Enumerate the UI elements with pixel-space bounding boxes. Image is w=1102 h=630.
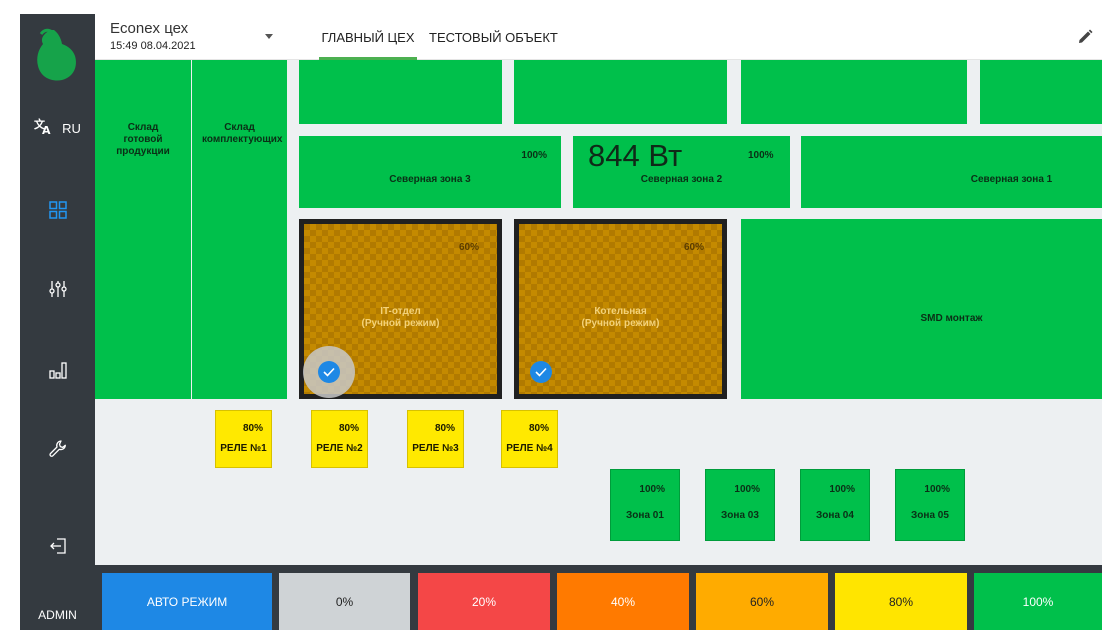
- translate-icon: 文A: [34, 117, 56, 140]
- zone-03[interactable]: 100% Зона 03: [705, 469, 775, 541]
- relay-percent: 80%: [528, 423, 549, 434]
- zone-label: Северная зона 2: [640, 174, 723, 185]
- zone-percent: 100%: [924, 484, 950, 495]
- relay-label: РЕЛЕ №2: [316, 443, 363, 454]
- zone-percent: 100%: [829, 484, 855, 495]
- nav-statistics[interactable]: [20, 350, 95, 390]
- relay-percent: 80%: [434, 423, 455, 434]
- bar-chart-icon: [48, 362, 67, 379]
- zone-storage-ready[interactable]: Склад готовой продукции: [95, 60, 191, 399]
- zone-05[interactable]: 100% Зона 05: [895, 469, 965, 541]
- relay-label: РЕЛЕ №3: [412, 443, 459, 454]
- preset-0[interactable]: 0%: [279, 573, 410, 630]
- relay-percent: 80%: [338, 423, 359, 434]
- zone-north-1[interactable]: Северная зона 1: [801, 136, 1102, 208]
- zone-label: Зона 03: [721, 510, 759, 521]
- zone-label: Зона 05: [911, 510, 949, 521]
- preset-60[interactable]: 60%: [696, 573, 828, 630]
- language-label: RU: [62, 120, 81, 136]
- zone-smd-assembly[interactable]: SMD монтаж: [741, 219, 1102, 399]
- zone-percent: 60%: [458, 242, 479, 253]
- header: Econex цех 15:49 08.04.2021 ГЛАВНЫЙ ЦЕХ …: [95, 14, 1102, 60]
- zone-04[interactable]: 100% Зона 04: [800, 469, 870, 541]
- object-title[interactable]: Econex цех: [110, 20, 188, 37]
- sidebar: 文A RU ADMIN: [20, 14, 95, 630]
- zone-storage-components[interactable]: Склад комплектующих: [192, 60, 287, 399]
- preset-auto-mode[interactable]: АВТО РЕЖИМ: [102, 573, 272, 630]
- preset-40[interactable]: 40%: [557, 573, 689, 630]
- zone-north-2[interactable]: 844 Вт 100% Северная зона 2: [573, 136, 790, 208]
- zone-top-1[interactable]: [299, 60, 502, 124]
- user-name[interactable]: ADMIN: [20, 600, 95, 630]
- zone-label: Зона 01: [626, 510, 664, 521]
- zone-percent: 100%: [639, 484, 665, 495]
- zone-label: IT-отдел: [380, 306, 421, 317]
- zone-mode: (Ручной режим): [581, 318, 660, 329]
- relay-4[interactable]: 80% РЕЛЕ №4: [501, 410, 558, 468]
- zone-label: Склад комплектующих: [202, 122, 283, 145]
- pencil-icon[interactable]: [1076, 28, 1094, 46]
- nav-service[interactable]: [20, 429, 95, 469]
- power-readout: 844 Вт: [588, 138, 683, 173]
- relay-1[interactable]: 80% РЕЛЕ №1: [215, 410, 272, 468]
- sliders-icon: [48, 281, 67, 297]
- preset-80[interactable]: 80%: [835, 573, 967, 630]
- zone-label: Северная зона 1: [970, 174, 1053, 185]
- relay-label: РЕЛЕ №1: [220, 443, 267, 454]
- tab-test-object[interactable]: ТЕСТОВЫЙ ОБЪЕКТ: [429, 14, 558, 60]
- zone-01[interactable]: 100% Зона 01: [610, 469, 680, 541]
- zone-percent: 100%: [748, 150, 774, 161]
- logout-button[interactable]: [20, 526, 95, 566]
- pear-logo-icon[interactable]: [30, 26, 80, 84]
- zone-north-3[interactable]: 100% Северная зона 3: [299, 136, 561, 208]
- dashboard-grid-icon: [48, 201, 67, 219]
- zone-mode: (Ручной режим): [361, 318, 440, 329]
- zone-top-4[interactable]: [980, 60, 1102, 124]
- wrench-icon: [48, 440, 66, 457]
- zone-label: Северная зона 3: [389, 174, 471, 185]
- nav-settings[interactable]: [20, 269, 95, 309]
- zone-top-2[interactable]: [514, 60, 727, 124]
- zone-label: SMD монтаж: [920, 313, 983, 324]
- zone-label: Склад готовой продукции: [116, 122, 170, 157]
- floor-plan: Склад готовой продукции Склад комплектую…: [95, 60, 1102, 565]
- relay-2[interactable]: 80% РЕЛЕ №2: [311, 410, 368, 468]
- zone-percent: 60%: [683, 242, 704, 253]
- zone-label: Котельная: [594, 306, 647, 317]
- relay-percent: 80%: [242, 423, 263, 434]
- zone-percent: 100%: [734, 484, 760, 495]
- preset-bar: АВТО РЕЖИМ 0% 20% 40% 60% 80% 100%: [95, 565, 1102, 630]
- zone-top-3[interactable]: [741, 60, 967, 124]
- svg-text:A: A: [42, 124, 51, 135]
- check-icon[interactable]: [530, 361, 552, 383]
- zone-percent: 100%: [521, 150, 547, 161]
- current-datetime: 15:49 08.04.2021: [110, 40, 196, 52]
- language-switch[interactable]: 文A RU: [20, 108, 95, 148]
- zone-label: Зона 04: [816, 510, 854, 521]
- nav-dashboard[interactable]: [20, 190, 95, 230]
- preset-20[interactable]: 20%: [418, 573, 550, 630]
- logout-icon: [49, 538, 66, 554]
- relay-label: РЕЛЕ №4: [506, 443, 553, 454]
- tab-main-workshop[interactable]: ГЛАВНЫЙ ЦЕХ: [319, 14, 417, 60]
- chevron-down-icon[interactable]: [265, 34, 273, 39]
- relay-3[interactable]: 80% РЕЛЕ №3: [407, 410, 464, 468]
- check-icon[interactable]: [318, 361, 340, 383]
- preset-100[interactable]: 100%: [974, 573, 1102, 630]
